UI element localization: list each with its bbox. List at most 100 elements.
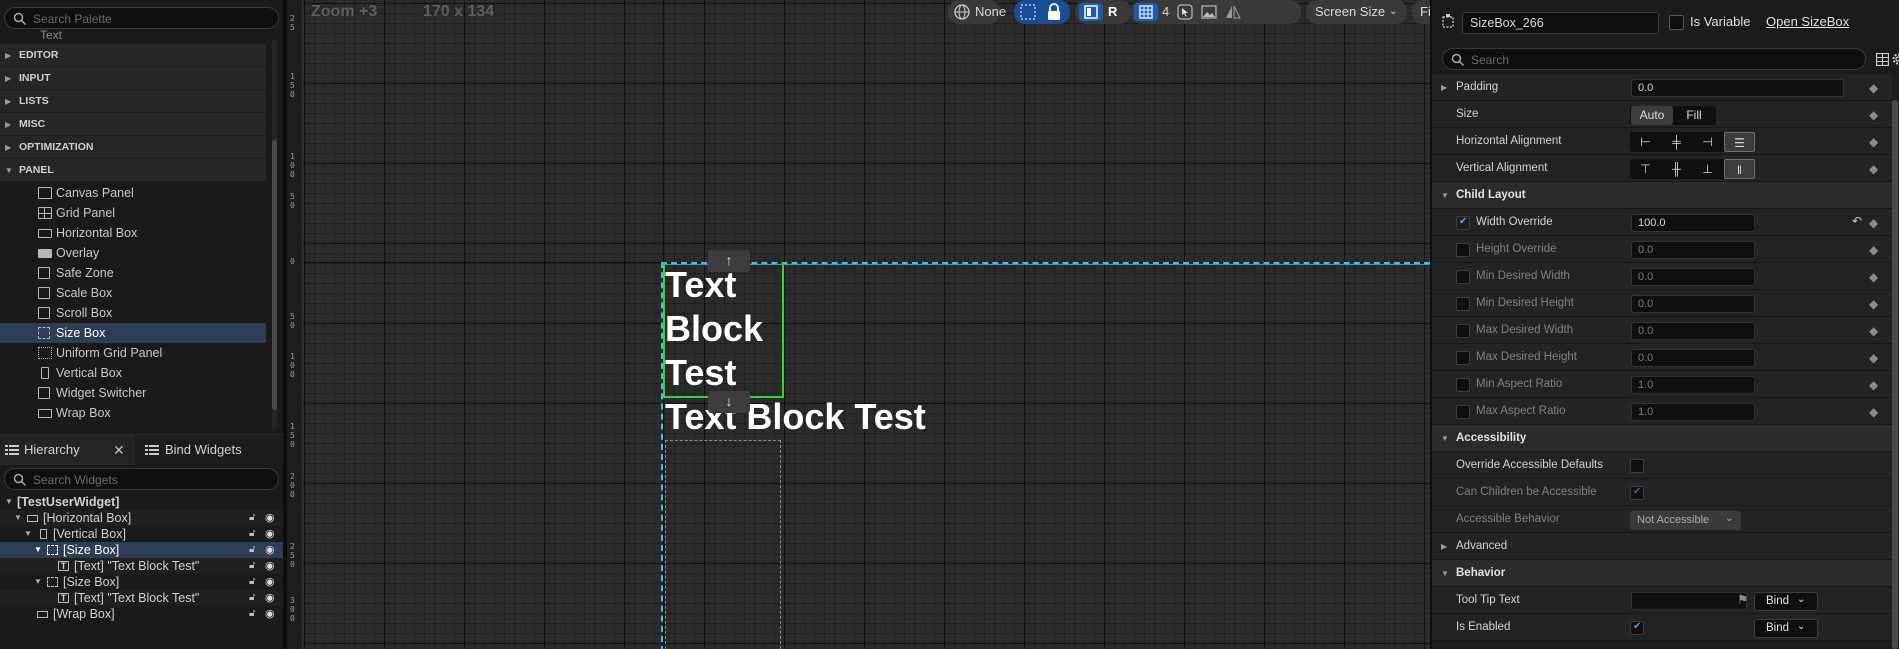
palette-search-box[interactable]	[4, 7, 279, 29]
tree-row-text-block[interactable]: T [Text] "Text Block Test" 🔓︎ ◉	[0, 590, 283, 606]
collapse-arrow-icon[interactable]: ▼	[34, 574, 42, 590]
tab-bind-widgets[interactable]: Bind Widgets	[143, 435, 273, 465]
height-override-checkbox[interactable]	[1456, 243, 1470, 257]
min-desired-width-checkbox[interactable]	[1456, 270, 1470, 284]
collapse-arrow-icon[interactable]: ▼	[34, 542, 42, 558]
category-lists[interactable]: ▶ LISTS	[0, 90, 266, 113]
palette-item-safe-zone[interactable]: Safe Zone	[0, 263, 266, 283]
palette-item-wrap-box[interactable]: Wrap Box	[0, 403, 266, 423]
min-aspect-ratio-field[interactable]: 1.0	[1631, 376, 1755, 394]
second-size-box-outline[interactable]	[665, 440, 781, 649]
palette-item-vertical-box[interactable]: Vertical Box	[0, 363, 266, 383]
lock-icon[interactable]: 🔓︎	[249, 574, 255, 590]
lock-icon[interactable]: 🔓︎	[249, 558, 255, 574]
keyframe-diamond-icon[interactable]: ◆	[1869, 162, 1878, 176]
widget-name-field[interactable]: SizeBox_266	[1462, 12, 1659, 34]
flip-icon[interactable]	[1225, 4, 1241, 20]
tooltip-bind-button[interactable]: Bind ⌄	[1754, 592, 1818, 611]
screen-size-dropdown[interactable]: Screen Size ⌄	[1306, 0, 1407, 24]
is-enabled-checkbox[interactable]	[1630, 621, 1644, 635]
min-desired-width-field[interactable]: 0.0	[1631, 268, 1755, 286]
max-desired-width-checkbox[interactable]	[1456, 324, 1470, 338]
align-right-icon[interactable]: ⊣	[1692, 132, 1723, 152]
details-scroll-thumb[interactable]	[1892, 100, 1898, 649]
keyframe-diamond-icon[interactable]: ◆	[1869, 243, 1878, 257]
palette-item-uniform-grid-panel[interactable]: Uniform Grid Panel	[0, 343, 266, 363]
move-up-handle[interactable]: ↑	[708, 250, 750, 272]
align-center-icon[interactable]: ╪	[1661, 132, 1692, 152]
move-down-handle[interactable]: ↓	[708, 391, 750, 413]
max-desired-height-checkbox[interactable]	[1456, 351, 1470, 365]
palette-item-size-box[interactable]: Size Box	[0, 323, 266, 343]
palette-item-grid-panel[interactable]: Grid Panel	[0, 203, 266, 223]
section-advanced[interactable]: ▶ Advanced	[1432, 533, 1892, 560]
padding-value-field[interactable]: 0.0	[1631, 79, 1844, 97]
can-children-accessible-checkbox[interactable]	[1630, 486, 1644, 500]
palette-scrollbar[interactable]	[272, 40, 277, 430]
keyframe-diamond-icon[interactable]: ◆	[1869, 351, 1878, 365]
image-icon[interactable]	[1201, 5, 1217, 19]
palette-item-text-partial[interactable]: Text	[40, 30, 62, 42]
tree-row-size-box[interactable]: ▼ [Size Box] 🔓︎ ◉	[0, 574, 283, 590]
tree-row-vertical-box[interactable]: ▼ [Vertical Box] 🔓︎ ◉	[0, 526, 283, 542]
palette-item-canvas-panel[interactable]: Canvas Panel	[0, 183, 266, 203]
min-desired-height-checkbox[interactable]	[1456, 297, 1470, 311]
max-aspect-ratio-checkbox[interactable]	[1456, 405, 1470, 419]
keyframe-diamond-icon[interactable]: ◆	[1869, 270, 1878, 284]
min-aspect-ratio-checkbox[interactable]	[1456, 378, 1470, 392]
keyframe-diamond-icon[interactable]: ◆	[1869, 216, 1878, 230]
keyframe-diamond-icon[interactable]: ◆	[1869, 297, 1878, 311]
category-editor[interactable]: ▶ EDITOR	[0, 44, 266, 67]
tree-row-root[interactable]: ▼ [TestUserWidget]	[0, 494, 283, 510]
lock-icon[interactable]: 🔓︎	[249, 606, 255, 622]
section-child-layout[interactable]: ▼ Child Layout	[1432, 182, 1892, 209]
table-view-icon[interactable]	[1876, 53, 1889, 66]
keyframe-diamond-icon[interactable]: ◆	[1869, 81, 1878, 95]
width-override-checkbox[interactable]	[1456, 216, 1470, 230]
tree-row-size-box-selected[interactable]: ▼ [Size Box] 🔓︎ ◉	[0, 542, 283, 558]
expand-arrow-icon[interactable]: ▶	[1441, 74, 1447, 101]
close-icon[interactable]: ✕	[113, 435, 125, 465]
palette-item-scale-box[interactable]: Scale Box	[0, 283, 266, 303]
max-desired-height-field[interactable]: 0.0	[1631, 349, 1755, 367]
reset-to-default-icon[interactable]: ↶	[1852, 214, 1862, 228]
width-override-field[interactable]: 100.0	[1631, 214, 1755, 232]
accessible-behavior-dropdown[interactable]: Not Accessible ⌄	[1630, 511, 1741, 530]
align-fill-icon[interactable]: ☰	[1724, 132, 1755, 152]
lock-icon[interactable]: 🔓︎	[249, 542, 255, 558]
category-panel[interactable]: ▼ PANEL	[0, 159, 266, 182]
layout-mode-toggle[interactable]: R	[1075, 0, 1131, 24]
keyframe-diamond-icon[interactable]: ◆	[1869, 108, 1878, 122]
collapse-arrow-icon[interactable]: ▼	[14, 510, 22, 526]
selected-size-box-outline[interactable]	[663, 262, 784, 398]
eye-icon[interactable]: ◉	[265, 526, 275, 542]
details-search-input[interactable]	[1471, 52, 1851, 67]
hierarchy-search-input[interactable]	[33, 472, 273, 487]
open-sizebox-link[interactable]: Open SizeBox	[1766, 14, 1849, 29]
height-override-field[interactable]: 0.0	[1631, 241, 1755, 259]
category-misc[interactable]: ▶ MISC	[0, 113, 266, 136]
collapse-arrow-icon[interactable]: ▼	[5, 494, 13, 510]
details-scrollbar[interactable]	[1892, 100, 1898, 649]
fill-screen-dropdown[interactable]: Fill Screen ⌄	[1412, 0, 1430, 24]
palette-search-input[interactable]	[33, 11, 273, 26]
localization-preview-button[interactable]: None	[948, 0, 1006, 24]
lock-icon[interactable]: 🔓︎	[249, 526, 255, 542]
tab-hierarchy[interactable]: Hierarchy ✕	[0, 435, 135, 465]
eye-icon[interactable]: ◉	[265, 606, 275, 622]
override-accessible-checkbox[interactable]	[1630, 459, 1644, 473]
eye-icon[interactable]: ◉	[265, 542, 275, 558]
designer-canvas[interactable]: 2 5 1 5 0 1 0 0 5 0 0 5 0 1 0 0 1 5 0 2 …	[287, 0, 1430, 649]
eye-icon[interactable]: ◉	[265, 574, 275, 590]
select-cursor-icon[interactable]	[1177, 4, 1193, 20]
align-bottom-icon[interactable]: ⊥	[1692, 159, 1723, 179]
tooltip-text-field[interactable]	[1631, 592, 1747, 610]
keyframe-diamond-icon[interactable]: ◆	[1869, 135, 1878, 149]
text-block-2[interactable]: Text Block Test	[665, 395, 926, 439]
grid-snap-value[interactable]: 4	[1162, 0, 1169, 24]
is-enabled-bind-button[interactable]: Bind ⌄	[1754, 619, 1818, 638]
details-search-box[interactable]	[1442, 48, 1866, 70]
align-left-icon[interactable]: ⊢	[1630, 132, 1661, 152]
max-desired-width-field[interactable]: 0.0	[1631, 322, 1755, 340]
collapse-arrow-icon[interactable]: ▼	[24, 526, 32, 542]
